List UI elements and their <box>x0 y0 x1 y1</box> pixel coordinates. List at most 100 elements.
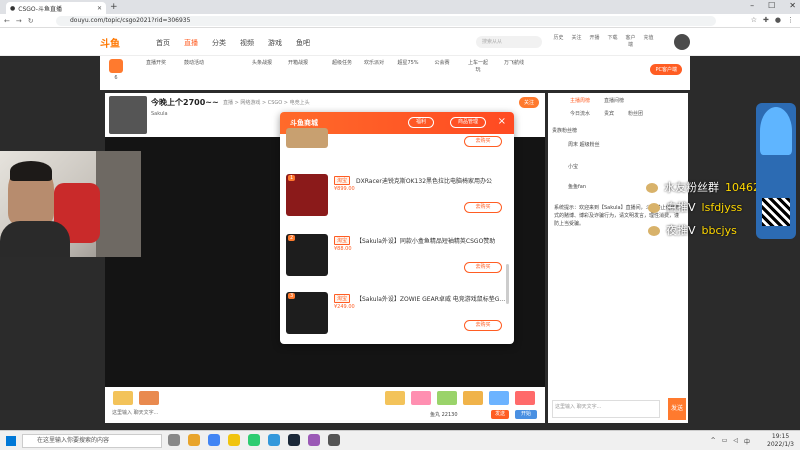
maximize-icon[interactable]: ☐ <box>768 1 775 10</box>
rank-title: 贵族粉丝榜 <box>552 128 578 134</box>
profile-icon[interactable]: ● <box>775 16 781 24</box>
activity-item[interactable]: 鼓动活动 <box>182 59 206 66</box>
product-name[interactable]: 【Sakula外设】同款小盒鱼精品短袖精英CSGO赞助 <box>356 236 506 245</box>
url-input[interactable]: douyu.com/topic/csgo2021?rid=306935 <box>56 16 716 26</box>
app-icon[interactable] <box>268 434 280 446</box>
download-button[interactable]: 下载 <box>606 34 619 48</box>
gift-icon[interactable] <box>411 391 431 405</box>
breadcrumb[interactable]: 直播 > 网络游戏 > CSGO > 电竞上头 <box>223 99 310 106</box>
product-item[interactable]: 1 淘宝 DXRacer迪锐克斯OK132黑色拉比电脑椅家用办公 ¥899.00… <box>286 174 506 228</box>
buy-button[interactable]: 去购买 <box>464 320 502 331</box>
gift-icon[interactable] <box>113 391 133 405</box>
rank-item[interactable]: 小宝 <box>568 163 578 170</box>
tab-room-rank[interactable]: 直播间榜 <box>604 97 624 104</box>
activity-item[interactable]: 直播开奖 <box>144 59 168 66</box>
activity-item[interactable]: 超级任务 <box>330 59 354 66</box>
subtab-fans[interactable]: 粉丝团 <box>628 110 643 117</box>
activity-item[interactable]: 欢乐派对 <box>362 59 386 66</box>
activity-item[interactable]: 公会赛 <box>430 59 454 66</box>
rank-item[interactable]: 周末 超级粉丝 <box>568 141 600 148</box>
anchor-avatar[interactable] <box>109 96 147 134</box>
activity-item[interactable]: 上车一起玩 <box>466 59 490 73</box>
forward-icon[interactable]: → <box>16 17 22 25</box>
taskview-icon[interactable] <box>168 434 180 446</box>
product-tag: 淘宝 <box>334 294 351 303</box>
activity-item[interactable]: 超星75% <box>396 59 420 66</box>
app-icon[interactable] <box>248 434 260 446</box>
rank-item[interactable]: 鱼鱼fan <box>568 183 586 190</box>
gift-icon[interactable] <box>463 391 483 405</box>
product-item[interactable]: 3 淘宝 【Sakula外设】ZOWIE GEAR卓威 电竞游戏鼠标垫GTF ¥… <box>286 292 506 344</box>
nav-home[interactable]: 首页 <box>156 38 170 48</box>
anchor-name[interactable]: Sakula <box>151 111 168 117</box>
modal-scrollbar[interactable] <box>506 264 509 304</box>
activity-bar: 6 直播开奖 鼓动活动 头条战报 开箱战报 超级任务 欢乐派对 超星75% 公会… <box>100 56 690 90</box>
client-button[interactable]: 客户端 <box>624 34 637 48</box>
history-button[interactable]: 历史 <box>552 34 565 48</box>
gift-icon[interactable] <box>385 391 405 405</box>
steam-icon[interactable] <box>288 434 300 446</box>
activity-item[interactable]: 开箱战报 <box>286 59 310 66</box>
reload-icon[interactable]: ↻ <box>28 17 34 25</box>
system-clock[interactable]: 19:15 2022/1/3 <box>767 433 794 449</box>
buy-button[interactable]: 去购买 <box>464 136 502 147</box>
nav-video[interactable]: 视频 <box>240 38 254 48</box>
go-live-button[interactable]: 开播 <box>588 34 601 48</box>
tray-arrow-icon[interactable]: ^ <box>711 437 716 446</box>
windows-start-icon[interactable] <box>6 436 16 446</box>
send-button[interactable]: 发送 <box>491 410 509 419</box>
chat-input[interactable]: 这里输入 聊天文字... <box>552 400 660 418</box>
network-icon[interactable]: ▭ <box>722 437 728 446</box>
volume-icon[interactable]: ◁ <box>733 437 738 446</box>
activity-item[interactable]: 头条战报 <box>250 59 274 66</box>
gift-icon[interactable] <box>139 391 159 405</box>
minimize-icon[interactable]: – <box>750 1 754 10</box>
nav-game[interactable]: 游戏 <box>268 38 282 48</box>
buy-button[interactable]: 去购买 <box>464 262 502 273</box>
user-avatar[interactable] <box>674 34 690 50</box>
ime-indicator[interactable]: 中 <box>744 437 750 446</box>
nav-fishbar[interactable]: 鱼吧 <box>296 38 310 48</box>
level-badge[interactable]: 6 <box>104 59 128 81</box>
chat-send-button[interactable]: 发送 <box>668 398 686 420</box>
back-icon[interactable]: ← <box>4 17 10 25</box>
subtab-vip[interactable]: 贵宾 <box>604 110 614 117</box>
file-explorer-icon[interactable] <box>188 434 200 446</box>
start-button[interactable]: 开始 <box>515 410 537 419</box>
chrome-icon[interactable] <box>208 434 220 446</box>
subtab-today[interactable]: 今日流水 <box>570 110 590 117</box>
star-icon[interactable]: ☆ <box>751 16 757 24</box>
activity-item[interactable]: 万飞航线 <box>502 59 526 66</box>
close-tab-icon[interactable]: ✕ <box>97 5 102 12</box>
buy-button[interactable]: 去购买 <box>464 202 502 213</box>
welfare-pill[interactable]: 福利 <box>408 117 435 128</box>
nav-category[interactable]: 分类 <box>212 38 226 48</box>
extension-icon[interactable]: ✚ <box>763 16 769 24</box>
gift-icon[interactable] <box>437 391 457 405</box>
gift-icon[interactable] <box>489 391 509 405</box>
nav-live[interactable]: 直播 <box>184 38 198 48</box>
app-icon[interactable] <box>228 434 240 446</box>
gift-icon[interactable] <box>515 391 535 405</box>
product-item[interactable]: 2 淘宝 【Sakula外设】同款小盒鱼精品短袖精英CSGO赞助 ¥88.00 … <box>286 234 506 288</box>
new-tab-icon[interactable]: + <box>110 2 118 12</box>
follow-button[interactable]: 关注 <box>518 97 539 108</box>
browser-tab[interactable]: ● CSGO-斗鱼直播 ✕ <box>6 2 106 14</box>
menu-icon[interactable]: ⋮ <box>787 16 794 24</box>
room-chat-input[interactable]: 这里输入 聊天文字... <box>112 409 158 416</box>
taskbar-search[interactable]: 在这里输入你要搜索的内容 <box>22 434 162 448</box>
recharge-button[interactable]: 充值 <box>642 34 655 48</box>
app-icon[interactable] <box>308 434 320 446</box>
pc-client-button[interactable]: PC客户端 <box>650 64 682 75</box>
product-name[interactable]: DXRacer迪锐克斯OK132黑色拉比电脑椅家用办公 <box>356 176 506 185</box>
product-name[interactable]: 【Sakula外设】ZOWIE GEAR卓威 电竞游戏鼠标垫GTF <box>356 294 506 303</box>
search-input[interactable]: 搜索从从 <box>476 36 542 48</box>
close-icon[interactable]: × <box>498 116 506 127</box>
close-window-icon[interactable]: ✕ <box>789 1 796 10</box>
follow-list-button[interactable]: 关注 <box>570 34 583 48</box>
site-logo[interactable]: 斗鱼 <box>100 35 120 50</box>
product-manage-pill[interactable]: 商品管理 <box>450 117 487 128</box>
app-icon[interactable] <box>328 434 340 446</box>
tab-anchor-rank[interactable]: 主播周榜 <box>570 97 590 104</box>
webcam-overlay <box>0 151 141 257</box>
